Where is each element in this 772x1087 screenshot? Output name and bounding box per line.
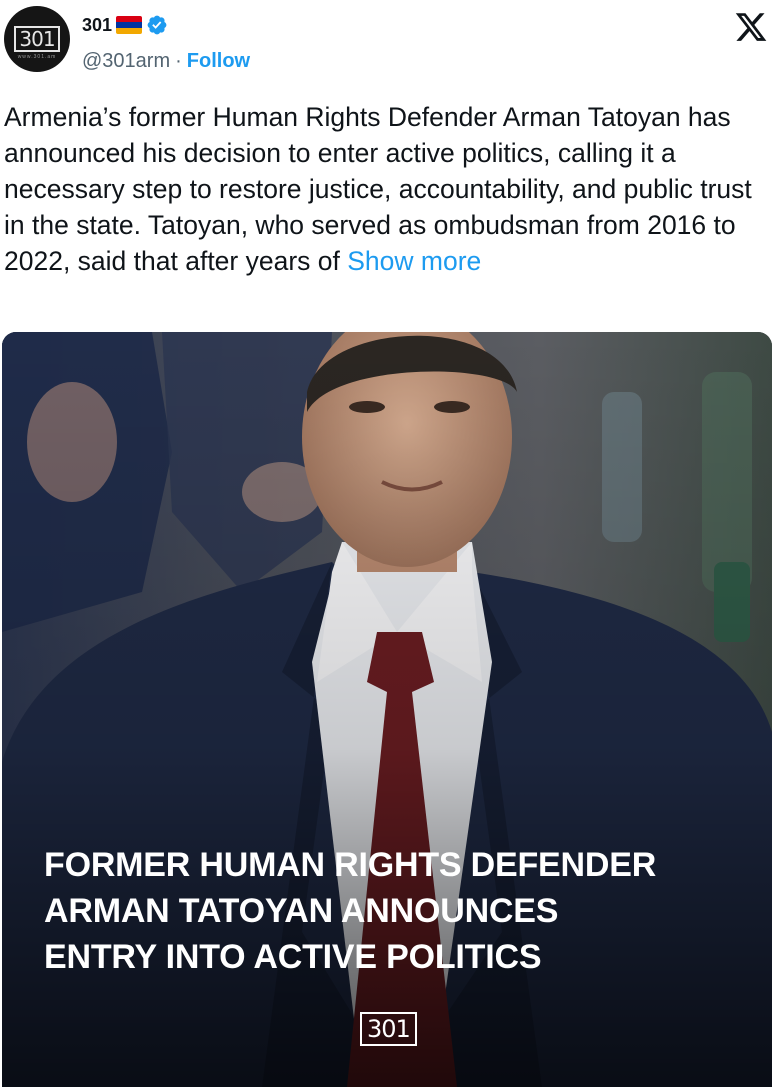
image-headline: FORMER HUMAN RIGHTS DEFENDER ARMAN TATOY… xyxy=(44,842,744,980)
avatar[interactable]: 301 www.301.am xyxy=(4,6,70,72)
headline-line-1: FORMER HUMAN RIGHTS DEFENDER xyxy=(44,846,657,884)
name-row: 301 xyxy=(82,14,168,36)
headline-line-3: ENTRY INTO ACTIVE POLITICS xyxy=(44,938,542,976)
tweet-media-image[interactable]: FORMER HUMAN RIGHTS DEFENDER ARMAN TATOY… xyxy=(2,332,772,1087)
avatar-subtext: www.301.am xyxy=(17,54,57,60)
display-name[interactable]: 301 xyxy=(82,15,112,36)
tweet-header: 301 www.301.am 301 @301arm · Follow xyxy=(0,0,772,88)
avatar-logo: 301 xyxy=(14,26,60,52)
armenia-flag-icon xyxy=(116,16,143,34)
x-logo-icon[interactable] xyxy=(734,10,768,44)
separator-dot: · xyxy=(175,50,182,72)
show-more-link[interactable]: Show more xyxy=(347,246,481,276)
handle-row: @301arm · Follow xyxy=(82,50,250,73)
account-handle[interactable]: @301arm xyxy=(82,50,170,73)
verified-badge-icon xyxy=(147,15,167,35)
image-watermark-logo: 301 xyxy=(360,1012,417,1046)
follow-button[interactable]: Follow xyxy=(187,50,250,73)
tweet-text: Armenia’s former Human Rights Defender A… xyxy=(4,99,768,279)
headline-line-2: ARMAN TATOYAN ANNOUNCES xyxy=(44,892,559,930)
